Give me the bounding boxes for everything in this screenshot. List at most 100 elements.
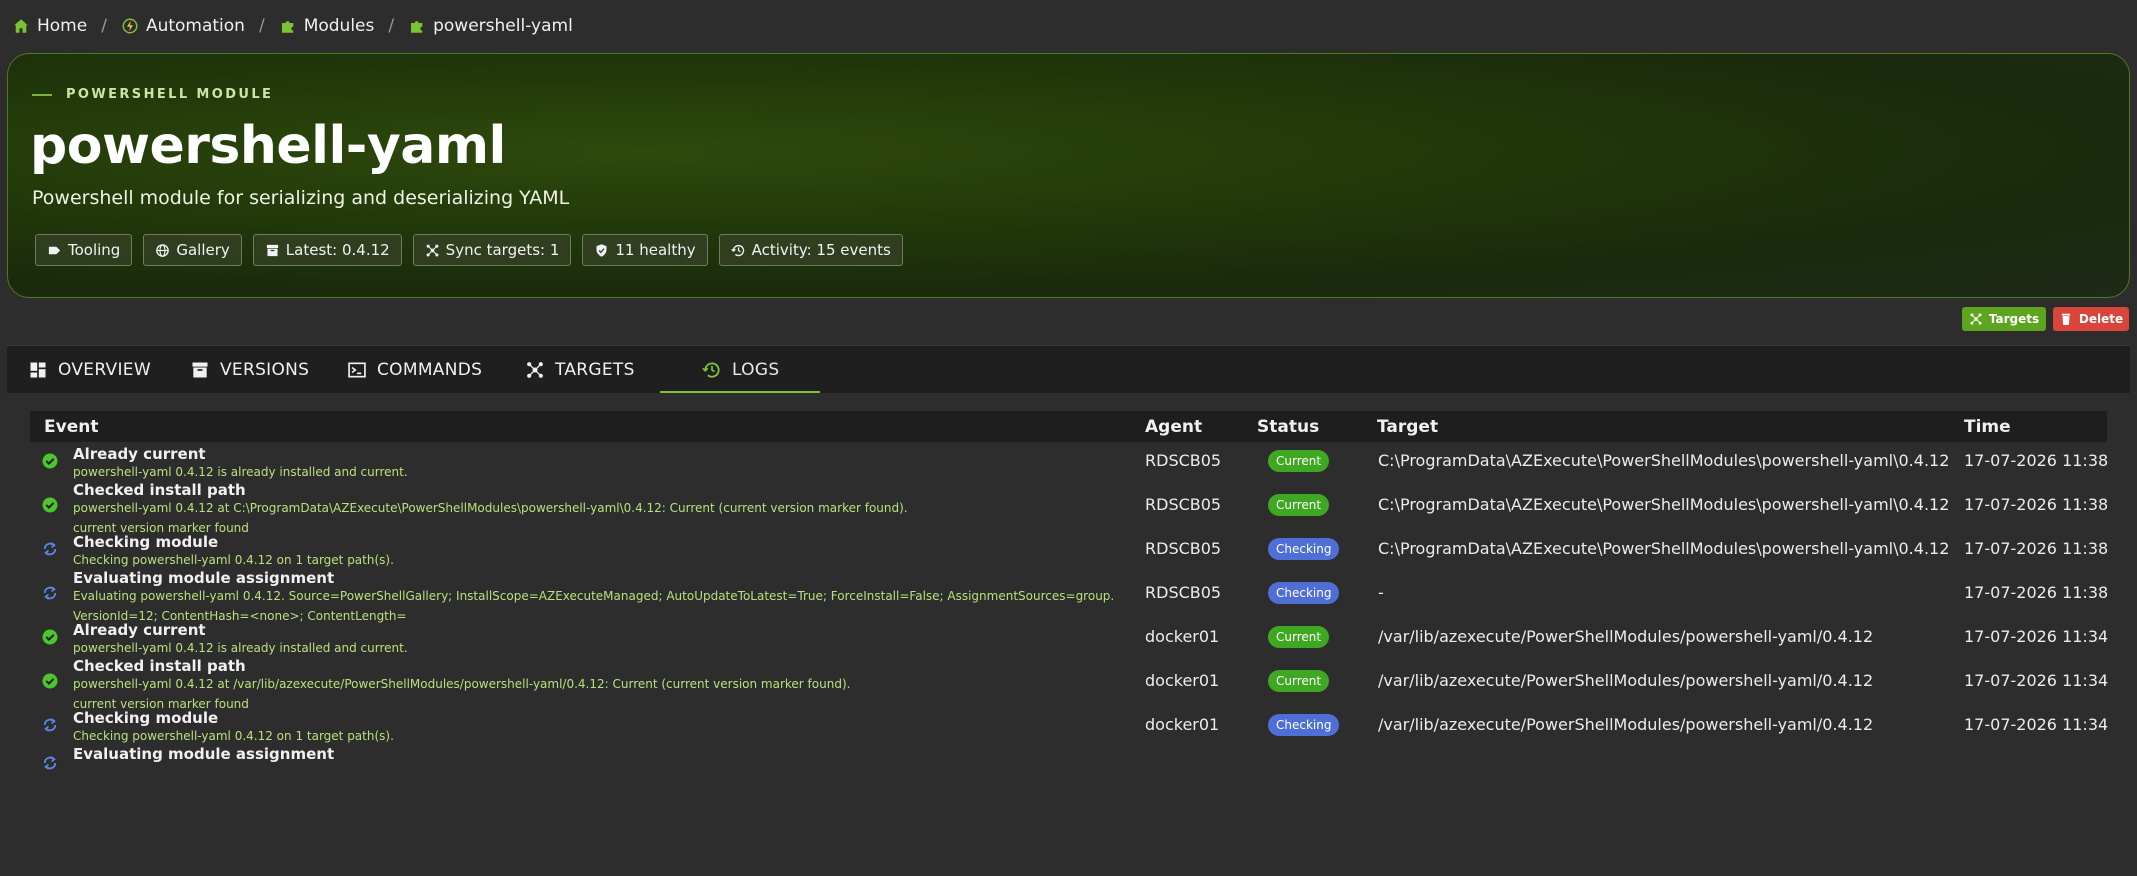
dashboard-icon [30, 362, 46, 378]
event-title: Checked install path [73, 481, 246, 499]
chip-source: Gallery [143, 234, 242, 266]
breadcrumb-current-module: powershell-yaml [408, 16, 573, 36]
breadcrumb-separator: / [258, 16, 265, 36]
table-row[interactable]: Checking module Checking powershell-yaml … [30, 531, 2109, 567]
check-circle-icon [42, 453, 58, 469]
network-icon [426, 244, 439, 256]
terminal-icon [348, 362, 366, 378]
event-time: 17-07-2026 11:34 [1964, 671, 2109, 690]
chip-category: Tooling [35, 234, 133, 266]
tab-overview[interactable]: OVERVIEW [28, 346, 151, 394]
chip-sync-targets: Sync targets: 1 [412, 234, 572, 266]
check-circle-icon [42, 673, 58, 689]
status-badge: Current [1268, 494, 1330, 516]
target-path: C:\ProgramData\AZExecute\PowerShellModul… [1378, 495, 1950, 514]
event-detail: Evaluating powershell-yaml 0.4.12. Sourc… [73, 589, 1115, 603]
sync-icon [43, 718, 57, 732]
home-icon [14, 19, 28, 33]
column-header-agent: Agent [1145, 417, 1203, 437]
table-row[interactable]: Checking module Checking powershell-yaml … [30, 707, 2109, 743]
tab-targets[interactable]: TARGETS [525, 346, 635, 394]
tab-logs[interactable]: LOGS [702, 346, 779, 394]
puzzle-icon [411, 21, 423, 33]
sync-icon [43, 542, 57, 556]
chip-healthy-count: 11 healthy [582, 234, 708, 266]
chip-activity: Activity: 15 events [718, 234, 903, 266]
tab-versions[interactable]: VERSIONS [190, 346, 309, 394]
history-icon [702, 362, 720, 378]
module-description: Powershell module for serializing and de… [32, 187, 570, 209]
target-path: /var/lib/azexecute/PowerShellModules/pow… [1378, 715, 1874, 734]
table-row[interactable]: Checked install path powershell-yaml 0.4.… [30, 655, 2109, 711]
breadcrumb-automation[interactable]: Automation [121, 16, 245, 36]
globe-icon [156, 243, 170, 257]
event-time: 17-07-2026 11:38 [1964, 451, 2109, 470]
event-title: Evaluating module assignment [73, 745, 335, 763]
module-type-eyebrow: POWERSHELL MODULE [32, 87, 273, 102]
table-row[interactable]: Checked install path powershell-yaml 0.4.… [30, 479, 2109, 535]
breadcrumb-home[interactable]: Home [12, 16, 87, 36]
sync-icon [43, 756, 57, 770]
automation-icon [122, 18, 138, 34]
event-time: 17-07-2026 11:34 [1964, 715, 2109, 734]
tab-commands[interactable]: COMMANDS [347, 346, 482, 394]
event-time: 17-07-2026 11:38 [1964, 495, 2109, 514]
event-title: Already current [73, 621, 206, 639]
archive-icon [192, 362, 208, 378]
column-header-time: Time [1964, 417, 2011, 437]
history-icon [730, 244, 744, 256]
event-title: Evaluating module assignment [73, 569, 335, 587]
chip-latest-version: Latest: 0.4.12 [252, 234, 402, 266]
column-header-event: Event [44, 417, 99, 437]
table-row[interactable]: Evaluating module assignment [30, 743, 2107, 783]
table-row[interactable]: Evaluating module assignment Evaluating p… [30, 567, 2109, 623]
event-detail: powershell-yaml 0.4.12 at C:\ProgramData… [73, 501, 908, 515]
archive-icon [266, 244, 278, 256]
shield-icon [596, 243, 607, 257]
event-time: 17-07-2026 11:38 [1964, 539, 2109, 558]
event-title: Checking module [73, 709, 219, 727]
event-title: Already current [73, 445, 206, 463]
status-badge: Checking [1268, 538, 1340, 560]
table-row[interactable]: Already current powershell-yaml 0.4.12 is… [30, 619, 2109, 655]
sync-icon [43, 586, 57, 600]
tag-icon [48, 246, 61, 254]
delete-button[interactable]: Delete [2053, 307, 2129, 331]
target-path: /var/lib/azexecute/PowerShellModules/pow… [1378, 671, 1874, 690]
target-path: C:\ProgramData\AZExecute\PowerShellModul… [1378, 451, 1950, 470]
event-time: 17-07-2026 11:38 [1964, 583, 2109, 602]
status-badge: Current [1268, 626, 1330, 648]
status-badge: Checking [1268, 582, 1340, 604]
agent-name: docker01 [1145, 715, 1220, 734]
table-header: Event Agent Status Target Time [30, 411, 2107, 442]
event-time: 17-07-2026 11:34 [1964, 627, 2109, 646]
puzzle-icon [281, 21, 293, 33]
event-title: Checking module [73, 533, 219, 551]
breadcrumb-separator: / [388, 16, 395, 36]
module-tabs: OVERVIEW VERSIONS COMMANDS TARGETS LOGS [7, 345, 2130, 393]
target-path: - [1378, 583, 1384, 602]
module-hero: POWERSHELL MODULE powershell-yaml Powers… [7, 53, 2130, 298]
network-icon [1970, 313, 1982, 325]
agent-name: RDSCB05 [1145, 451, 1222, 470]
status-badge: Checking [1268, 714, 1340, 736]
logs-panel: Event Agent Status Target Time Already c… [7, 393, 2130, 876]
module-chips: Tooling Gallery Latest: 0.4.12 Sync targ… [35, 234, 903, 266]
check-circle-icon [42, 497, 58, 513]
agent-name: RDSCB05 [1145, 583, 1222, 602]
eyebrow-line [32, 93, 52, 96]
target-path: C:\ProgramData\AZExecute\PowerShellModul… [1378, 539, 1950, 558]
agent-name: docker01 [1145, 671, 1220, 690]
breadcrumb-separator: / [101, 16, 107, 36]
column-header-target: Target [1377, 417, 1439, 437]
trash-icon [2061, 313, 2070, 325]
agent-name: docker01 [1145, 627, 1220, 646]
table-row[interactable]: Already current powershell-yaml 0.4.12 is… [30, 443, 2109, 479]
target-path: /var/lib/azexecute/PowerShellModules/pow… [1378, 627, 1874, 646]
column-header-status: Status [1257, 417, 1320, 437]
breadcrumb-modules[interactable]: Modules [279, 16, 374, 36]
page-title: powershell-yaml [30, 116, 506, 176]
agent-name: RDSCB05 [1145, 495, 1222, 514]
breadcrumb: Home / Automation / Modules / powershell… [12, 14, 573, 38]
targets-button[interactable]: Targets [1962, 307, 2046, 331]
